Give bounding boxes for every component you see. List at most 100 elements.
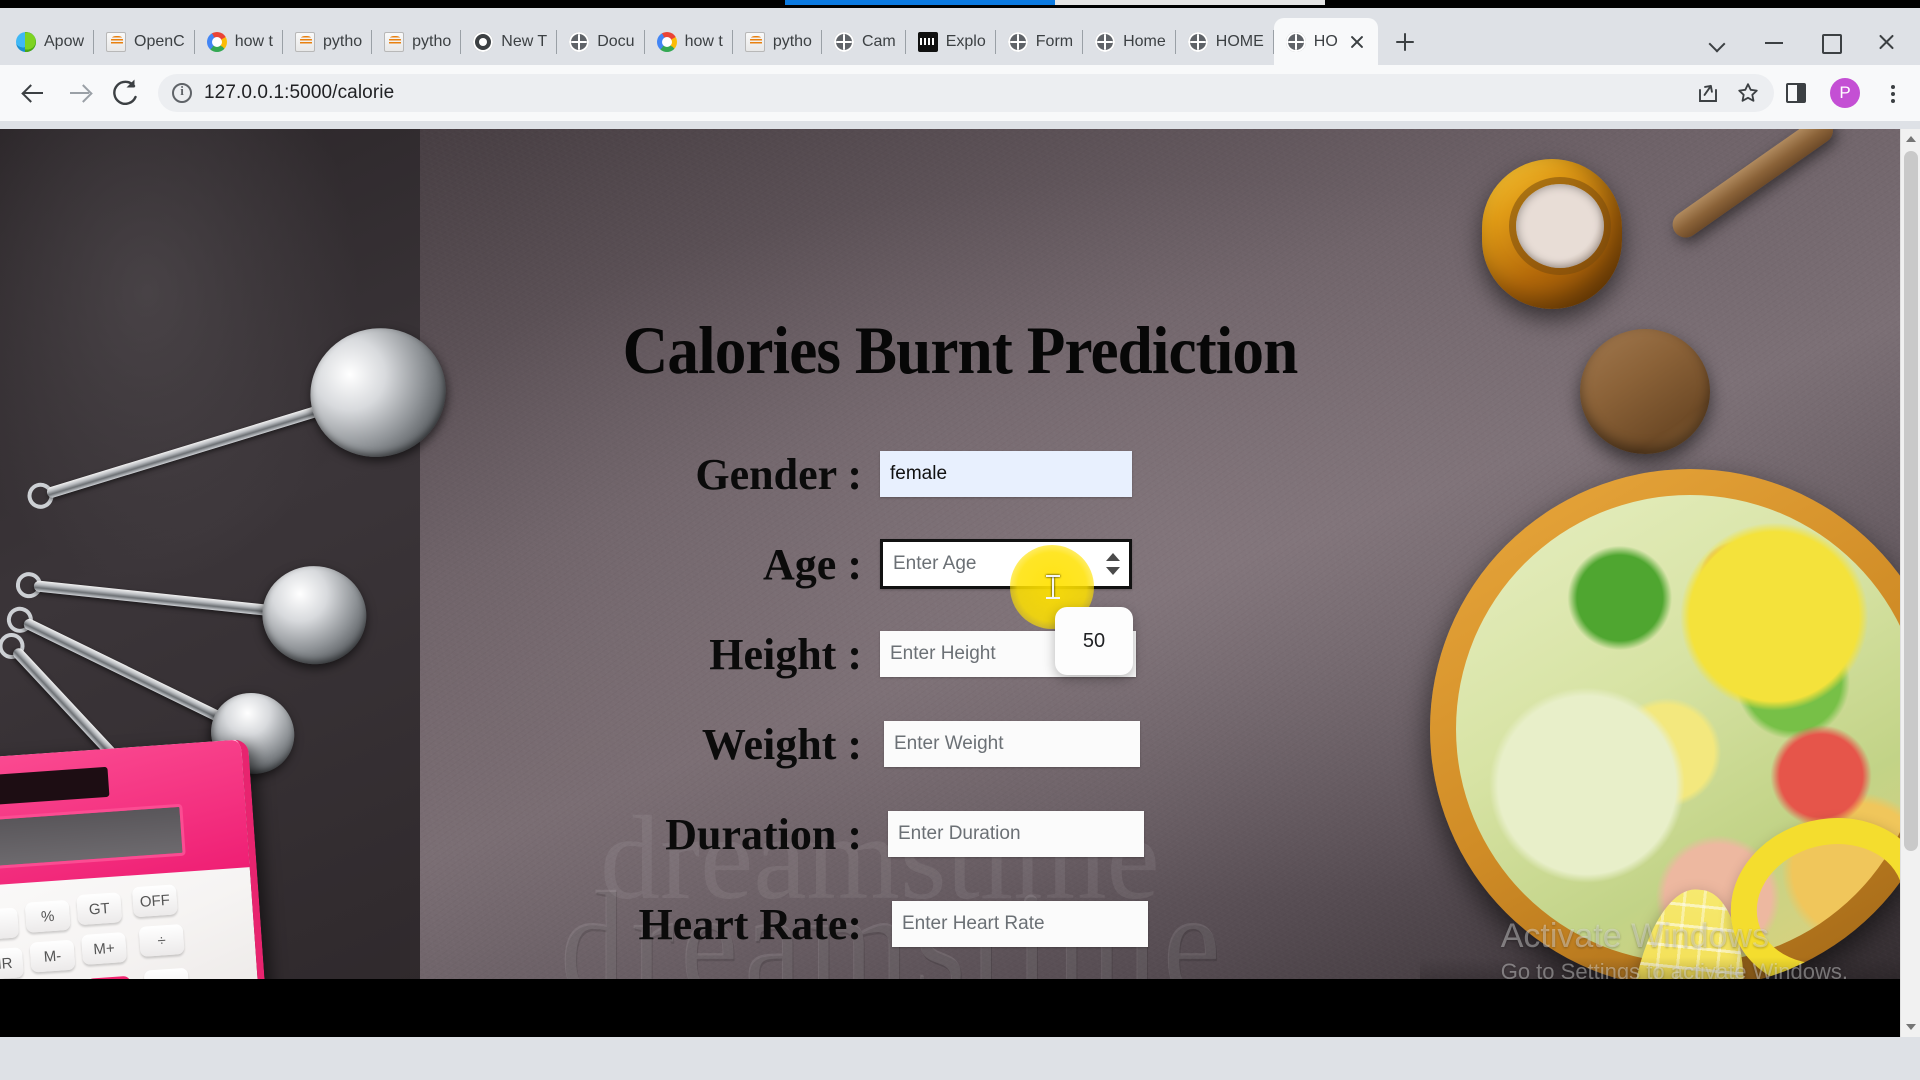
forward-button[interactable] bbox=[58, 72, 100, 114]
autocomplete-suggestion[interactable]: 50 bbox=[1055, 607, 1133, 675]
tab-title: HOME bbox=[1215, 32, 1264, 50]
maximize-button[interactable] bbox=[1802, 20, 1858, 64]
tab-title: Home bbox=[1123, 32, 1166, 50]
number-spinner-icon[interactable] bbox=[1106, 553, 1120, 575]
java-doc-icon bbox=[744, 31, 765, 52]
browser-tab[interactable]: Cam bbox=[822, 18, 906, 65]
browser-tab[interactable]: HOME bbox=[1176, 18, 1274, 65]
wooden-spoon-handle bbox=[1667, 129, 1839, 243]
reload-button[interactable] bbox=[104, 72, 146, 114]
minimize-button[interactable] bbox=[1746, 20, 1802, 64]
browser-tab[interactable]: how t bbox=[645, 18, 733, 65]
google-icon bbox=[206, 31, 227, 52]
explorer-icon bbox=[917, 31, 938, 52]
page-scrollbar[interactable] bbox=[1900, 129, 1920, 1037]
java-doc-icon bbox=[384, 31, 405, 52]
tab-title: pytho bbox=[322, 32, 363, 50]
honey-jar-opening bbox=[1516, 184, 1604, 268]
page-bottom-band bbox=[0, 979, 1920, 1037]
tab-strip: Apow OpenC how t pytho pytho New T Docu how t py… bbox=[0, 8, 1920, 65]
google-icon bbox=[656, 31, 677, 52]
page-viewport: dreamstime dreamstime bbox=[0, 129, 1920, 1037]
window-controls bbox=[1690, 18, 1920, 65]
gender-label: Gender : bbox=[695, 449, 862, 499]
tab-title: Explo bbox=[945, 32, 986, 50]
browser-tab[interactable]: Form bbox=[996, 18, 1084, 65]
tab-title: how t bbox=[234, 32, 273, 50]
avatar[interactable]: P bbox=[1830, 78, 1860, 108]
globe-icon bbox=[1007, 31, 1028, 52]
scroll-up-arrow-icon[interactable] bbox=[1901, 129, 1920, 149]
browser-tab[interactable]: Apow bbox=[4, 18, 95, 65]
form-row-height: Height : bbox=[0, 609, 1920, 699]
weight-label: Weight : bbox=[701, 719, 862, 769]
new-tab-button[interactable] bbox=[1388, 25, 1422, 59]
age-input-wrapper bbox=[880, 539, 1132, 589]
apowersoft-icon bbox=[16, 31, 36, 52]
tab-title: Docu bbox=[597, 32, 635, 50]
age-label: Age : bbox=[763, 539, 862, 589]
weight-input[interactable] bbox=[884, 721, 1140, 767]
tab-title: OpenC bbox=[134, 32, 185, 50]
java-doc-icon bbox=[294, 31, 315, 52]
browser-window: Apow OpenC how t pytho pytho New T Docu how t py… bbox=[0, 8, 1920, 1080]
address-bar[interactable]: 127.0.0.1:5000/calorie bbox=[158, 74, 1774, 112]
browser-tab[interactable]: Explo bbox=[906, 18, 996, 65]
window-top-strip bbox=[0, 0, 1920, 8]
back-button[interactable] bbox=[12, 72, 54, 114]
page-load-progress bbox=[785, 0, 1055, 5]
form-row-duration: Duration : bbox=[0, 789, 1920, 879]
browser-tab[interactable]: OpenC bbox=[94, 18, 195, 65]
globe-icon bbox=[833, 31, 854, 52]
tab-title: New T bbox=[501, 32, 548, 50]
tab-title: pytho bbox=[772, 32, 812, 50]
browser-tab[interactable]: pytho bbox=[283, 18, 373, 65]
height-label: Height : bbox=[709, 629, 862, 679]
globe-icon bbox=[1187, 31, 1208, 52]
browser-tab[interactable]: pytho bbox=[372, 18, 462, 65]
page-title: Calories Burnt Prediction bbox=[622, 312, 1299, 388]
form-row-gender: Gender : bbox=[0, 429, 1920, 519]
globe-icon bbox=[1285, 31, 1306, 52]
bookmark-star-icon[interactable] bbox=[1736, 81, 1760, 105]
age-input[interactable] bbox=[880, 539, 1132, 589]
scrollbar-thumb[interactable] bbox=[1904, 151, 1918, 851]
browser-tab[interactable]: Home bbox=[1083, 18, 1176, 65]
side-panel-icon[interactable] bbox=[1786, 83, 1806, 103]
java-doc-icon bbox=[106, 31, 127, 52]
tab-title: how t bbox=[684, 32, 723, 50]
heart-rate-label: Heart Rate: bbox=[638, 899, 862, 949]
duration-label: Duration : bbox=[665, 809, 862, 859]
tab-title: Form bbox=[1035, 32, 1074, 50]
text-cursor-icon bbox=[1046, 574, 1060, 600]
browser-toolbar: 127.0.0.1:5000/calorie P bbox=[0, 65, 1920, 121]
tab-close-icon[interactable] bbox=[1346, 31, 1368, 53]
form-row-age: Age : bbox=[0, 519, 1920, 609]
scroll-down-arrow-icon[interactable] bbox=[1901, 1017, 1920, 1037]
reload-icon bbox=[113, 79, 137, 105]
site-info-icon[interactable] bbox=[172, 83, 192, 103]
tab-title: HO bbox=[1313, 32, 1338, 50]
form-row-heart-rate: Heart Rate: bbox=[0, 879, 1920, 969]
form-row-weight: Weight : bbox=[0, 699, 1920, 789]
browser-tab[interactable]: Docu bbox=[557, 18, 645, 65]
globe-icon bbox=[569, 31, 590, 52]
tab-title: Apow bbox=[44, 32, 85, 50]
duration-input[interactable] bbox=[888, 811, 1144, 857]
browser-tab[interactable]: HO bbox=[1273, 18, 1378, 65]
globe-icon bbox=[1095, 31, 1116, 52]
page-load-progress-track bbox=[1055, 0, 1325, 5]
tab-title: Cam bbox=[861, 32, 896, 50]
browser-tab[interactable]: how t bbox=[195, 18, 283, 65]
omnibox-actions bbox=[1696, 81, 1760, 105]
three-dot-menu-icon[interactable] bbox=[1878, 78, 1908, 108]
browser-tab[interactable]: New T bbox=[461, 18, 558, 65]
browser-tab[interactable]: pytho bbox=[733, 18, 822, 65]
gender-input[interactable] bbox=[880, 451, 1132, 497]
share-icon[interactable] bbox=[1696, 81, 1720, 105]
close-window-button[interactable] bbox=[1858, 20, 1914, 64]
chrome-dark-icon bbox=[473, 31, 494, 52]
url-text[interactable]: 127.0.0.1:5000/calorie bbox=[204, 82, 394, 104]
heart-rate-input[interactable] bbox=[892, 901, 1148, 947]
tab-search-icon[interactable] bbox=[1690, 20, 1746, 64]
